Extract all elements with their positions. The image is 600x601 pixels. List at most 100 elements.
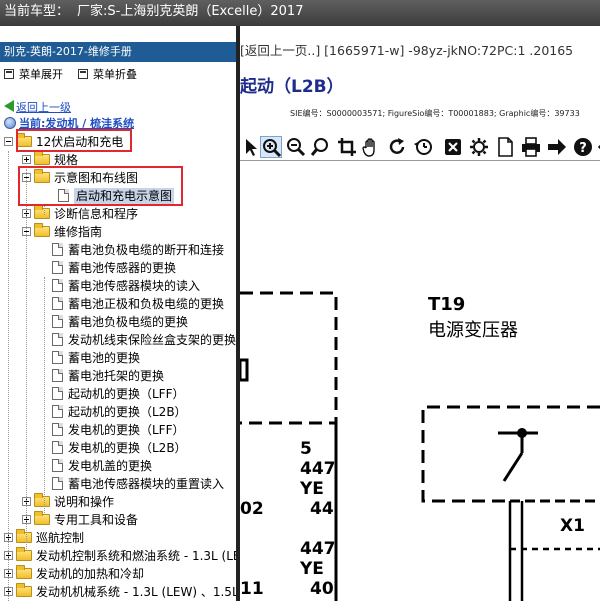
back-link[interactable]: 返回上一级 [4,99,71,115]
tree-item-label: 蓄电池负极电缆的更换 [68,315,189,329]
document-icon [52,315,63,328]
tree-doc-item[interactable]: 蓄电池传感器的更换 [52,259,176,277]
tree-guide-line [44,205,45,215]
tree-folder-item[interactable]: 专用工具和设备 [22,511,138,529]
tree-folder-item[interactable]: 诊断信息和程序 [22,205,138,223]
tree-folder-item[interactable]: 维修指南 [22,223,102,241]
pin-label-11: 11 [240,579,264,599]
dashed-box-left [240,291,338,425]
collapse-all-button[interactable]: 菜单折叠 [78,66,137,82]
document-icon [52,477,63,490]
tree-doc-item[interactable]: 蓄电池负极电缆的断开和连接 [52,241,224,259]
history-icon [414,139,432,155]
pin-label-44: 44 [310,499,334,519]
connector-stub [240,358,249,382]
zoom-out-icon [287,138,306,157]
tree-doc-item[interactable]: 蓄电池传感器模块的读入 [52,277,200,295]
tree-folder-item[interactable]: 说明和操作 [22,493,114,511]
tree-folder-item[interactable]: 发动机机械系统 - 1.3L (LEW) 、1.5L [4,583,236,601]
folder-icon [16,547,32,561]
tree-doc-item[interactable]: 发电机的更换（L2B） [52,439,187,457]
pan-hand-icon [362,138,375,157]
wire-label-447a: 447 [300,459,336,479]
tree-item-label: 蓄电池负极电缆的断开和连接 [68,243,225,257]
tree-item-label: 蓄电池托架的更换 [68,369,165,383]
pan-hand-tool-button[interactable] [360,136,382,158]
print-tool-button[interactable] [520,136,542,158]
forward-arrow-tool-button[interactable] [546,136,568,158]
doc-nav-breadcrumb[interactable]: [返回上一页..] [1665971-w] -98yz-jkNO:72PC:1 … [240,40,573,59]
tree-doc-item[interactable]: 发电机盖的更换 [52,457,152,475]
tree-folder-item[interactable]: 巡航控制 [4,529,84,547]
tree-item-label: 发动机的加热和冷却 [36,567,145,581]
settings-gear-tool-button[interactable] [468,136,490,158]
fit-window-icon [445,139,461,155]
tree-doc-item[interactable]: 蓄电池传感器模块的重置读入 [52,475,224,493]
color-label-a: YE [300,479,324,499]
zoom-in-tool-button[interactable] [260,136,282,158]
tree-item-label: 蓄电池的更换 [68,351,141,365]
tree-item-label: 蓄电池传感器模块的重置读入 [68,477,225,491]
zoom-fit-tool-button[interactable] [310,136,332,158]
pin-label-5: 5 [300,439,312,459]
tree-item-label: 起动机的更换（LFF） [68,387,185,401]
folder-icon [34,493,50,507]
tree-guide-line [44,277,45,513]
tree-doc-item[interactable]: 起动机的更换（LFF） [52,385,185,403]
document-icon [52,279,63,292]
back-link-label: 返回上一级 [16,101,71,114]
help-tool-button[interactable]: ? [572,136,594,158]
zoom-out-tool-button[interactable] [285,136,307,158]
tree-item-label: 发动机机械系统 - 1.3L (LEW) 、1.5L [36,585,236,599]
tree-folder-item[interactable]: 发动机控制系统和燃油系统 - 1.3L (LEW) [4,547,236,565]
expand-toggle-icon[interactable] [22,155,31,164]
history-tool-button[interactable] [412,136,434,158]
forward-arrow-icon [548,139,566,155]
folder-icon [34,151,50,165]
zoom-fit-icon [310,138,328,156]
tree-doc-item[interactable]: 蓄电池正极和负极电缆的更换 [52,295,224,313]
document-icon [52,243,63,256]
tree-doc-item[interactable]: 蓄电池负极电缆的更换 [52,313,188,331]
page-tool-button[interactable] [494,136,516,158]
tree-item-label: 发动机线束保险丝盒支架的更换 [68,333,236,347]
tree-doc-item[interactable]: 起动机的更换（L2B） [52,403,187,421]
tree-doc-item[interactable]: 发电机的更换（LFF） [52,421,185,439]
location-pin-icon [4,117,16,129]
crop-tool-button[interactable] [336,136,358,158]
expand-all-button[interactable]: 菜单展开 [4,66,63,82]
manufacturer-label: 厂家:S-上海别克英朗（Excelle）2017 [77,4,304,19]
tree-item-label: 发动机控制系统和燃油系统 - 1.3L (LEW) [36,549,236,563]
folder-icon [34,205,50,219]
rotate-tool-button[interactable] [386,136,408,158]
collapse-icon [78,69,88,79]
settings-gear-icon [470,138,488,156]
folder-icon [34,223,50,237]
more-tool-button[interactable] [594,136,600,158]
page-icon [498,137,513,157]
pin-label-02: 02 [240,499,264,519]
tree-doc-item[interactable]: 蓄电池托架的更换 [52,367,164,385]
folder-icon [16,529,32,543]
expand-icon [4,69,14,79]
wire-label-447b: 447 [300,539,336,559]
tree-doc-item[interactable]: 蓄电池的更换 [52,349,140,367]
select-arrow-tool-button[interactable] [240,136,262,158]
fit-window-tool-button[interactable] [442,136,464,158]
component-name: 电源变压器 [428,320,518,341]
tree-item-label: 专用工具和设备 [54,513,139,527]
more-icon [597,144,600,150]
tree-folder-item[interactable]: 发动机的加热和冷却 [4,565,144,583]
tree-doc-item[interactable]: 发动机线束保险丝盒支架的更换 [52,331,236,349]
print-icon [522,137,540,157]
document-icon [52,333,63,346]
current-model-label: 当前车型： [4,4,70,19]
help-icon: ? [574,138,592,156]
collapse-all-label: 菜单折叠 [93,68,137,81]
document-icon [52,459,63,472]
collapse-toggle-icon[interactable] [4,137,13,146]
document-viewer: [返回上一页..] [1665971-w] -98yz-jkNO:72PC:1 … [240,26,600,601]
wiring-diagram[interactable]: T19 电源变压器 5 447 YE 44 02 447 YE 40 11 X1 [240,161,600,601]
tree-item-label: 巡航控制 [36,531,85,545]
folder-icon [34,511,50,525]
